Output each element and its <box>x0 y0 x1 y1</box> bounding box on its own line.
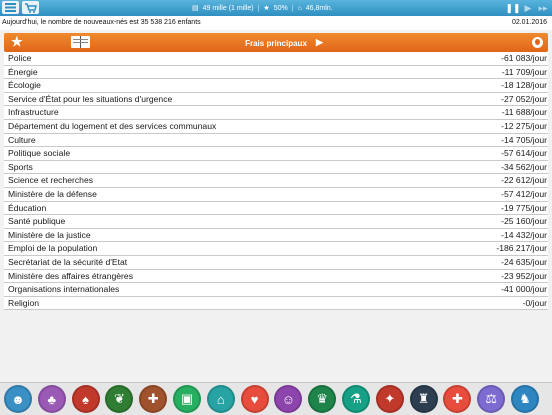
expense-row[interactable]: Département du logement et des services … <box>4 119 548 134</box>
expense-row[interactable]: Énergie -11 709/jour <box>4 65 548 80</box>
theater-icon[interactable]: ♣ <box>37 385 66 413</box>
expense-name: Politique sociale <box>8 148 71 159</box>
expense-name: Département du logement et des services … <box>8 120 217 131</box>
expense-name: Service d'État pour les situations d'urg… <box>8 93 173 104</box>
divider: | <box>291 4 294 12</box>
social-policy-icon[interactable]: ☺ <box>274 385 303 413</box>
expense-name: Ministère des affaires étrangères <box>8 270 133 281</box>
expense-name: Infrastructure <box>8 107 59 118</box>
expense-value: -11 688/jour <box>501 107 547 118</box>
expense-row[interactable]: Infrastructure -11 688/jour <box>4 106 548 120</box>
expense-value: -24 635/jour <box>501 256 547 267</box>
news-message: Aujourd'hui, le nombre de nouveaux-nés e… <box>2 19 201 26</box>
expense-row[interactable]: Santé publique -25 160/jour <box>4 215 548 229</box>
expense-name: Sports <box>8 161 33 172</box>
expense-name: Ministère de la défense <box>8 188 97 199</box>
expense-row[interactable]: Organisations internationales -41 000/jou… <box>4 283 548 297</box>
expense-row[interactable]: Écologie -18 128/jour <box>4 79 548 93</box>
expense-name: Emploi de la population <box>8 243 98 254</box>
expense-row[interactable]: Ministère des affaires étrangères -23 952… <box>4 269 548 284</box>
fast-forward-icon[interactable]: ▸▸ <box>537 0 549 16</box>
panel-title: Frais principaux <box>245 39 307 48</box>
expense-value: -18 128/jour <box>501 80 547 91</box>
culture-icon[interactable]: ♥ <box>240 385 269 413</box>
expense-value: -57 614/jour <box>501 148 547 159</box>
expense-row[interactable]: Police -61 083/jour <box>4 52 548 66</box>
ecology-leaf-icon[interactable]: ❦ <box>105 385 134 413</box>
top-status-bar: ▤ 49 mille (1 mille) | ★ 50% | ⌂ 46,8mln… <box>0 0 552 16</box>
expense-name: Énergie <box>8 66 38 77</box>
population-stat: 49 mille (1 mille) <box>202 4 254 12</box>
expense-name: Culture <box>8 134 36 145</box>
housing-icon[interactable]: ⌂ <box>206 385 235 413</box>
expense-name: Religion <box>8 297 40 308</box>
expense-row[interactable]: Culture -14 705/jour <box>4 133 548 148</box>
rating-stat: 50% <box>273 4 288 12</box>
expense-row[interactable]: Secrétariat de la sécurité d'Etat -24 635… <box>4 255 548 270</box>
education-graduate-icon[interactable]: ♜ <box>409 385 438 413</box>
expense-value: -22 612/jour <box>501 175 547 186</box>
fire-hydrant-icon[interactable]: ♠ <box>71 385 100 413</box>
expense-row[interactable]: Religion -0/jour <box>4 296 548 311</box>
expense-name: Écologie <box>8 80 41 91</box>
expense-name: Organisations internationales <box>8 284 120 295</box>
expense-name: Ministère de la justice <box>8 229 91 240</box>
population-icon: ▤ <box>192 5 199 12</box>
play-icon[interactable]: ▶ <box>522 0 534 16</box>
expense-value: -0/jour <box>522 297 547 308</box>
expense-row[interactable]: Emploi de la population -186 217/jour <box>4 242 548 256</box>
justice-gavel-icon[interactable]: ⚖ <box>477 385 506 413</box>
expense-value: -186 217/jour <box>496 243 547 254</box>
expense-value: -12 275/jour <box>501 120 547 131</box>
cart-icon[interactable] <box>22 1 39 14</box>
security-agents-icon[interactable]: ☻ <box>4 385 32 413</box>
expense-name: Éducation <box>8 202 47 213</box>
game-date: 02.01.2016 <box>511 19 547 26</box>
expense-value: -11 709/jour <box>501 66 547 77</box>
expense-row[interactable]: Science et recherches -22 612/jour <box>4 174 548 188</box>
expense-value: -61 083/jour <box>501 53 547 63</box>
expense-row[interactable]: Éducation -19 775/jour <box>4 201 548 216</box>
emergency-icon[interactable]: ✚ <box>139 385 168 413</box>
expense-name: Secrétariat de la sécurité d'Etat <box>8 256 128 267</box>
expense-value: -57 412/jour <box>501 188 547 199</box>
expense-row[interactable]: Ministère de la justice -14 432/jour <box>4 228 548 243</box>
expense-value: -19 775/jour <box>501 202 547 213</box>
health-icon[interactable]: ✚ <box>443 385 472 413</box>
expense-name: Police <box>8 53 32 63</box>
pause-icon[interactable]: ❚❚ <box>505 0 520 16</box>
expense-value: -23 952/jour <box>501 270 547 281</box>
expense-value: -27 052/jour <box>501 93 547 104</box>
rating-icon: ★ <box>263 5 270 12</box>
budget-icon: ⌂ <box>297 4 302 12</box>
stats-group: ▤ 49 mille (1 mille) | ★ 50% | ⌂ 46,8mln… <box>192 0 333 16</box>
expense-value: -34 562/jour <box>501 161 547 172</box>
expense-value: -14 432/jour <box>501 229 547 240</box>
news-ticker: Aujourd'hui, le nombre de nouveaux-nés e… <box>0 16 552 30</box>
panel-header: ★ Frais principaux ▶ <box>4 33 548 52</box>
sports-trophy-icon[interactable]: ♛ <box>308 385 337 413</box>
expense-name: Science et recherches <box>8 175 94 186</box>
science-flask-icon[interactable]: ⚗ <box>342 385 370 413</box>
next-arrow-icon[interactable]: ▶ <box>316 37 323 48</box>
expense-value: -25 160/jour <box>501 216 547 227</box>
expense-name: Santé publique <box>8 216 66 227</box>
divider: | <box>257 4 260 12</box>
employment-worker-icon[interactable]: ♞ <box>511 385 539 413</box>
bottom-ministry-bar: ☻ ♣ ♠ ❦ ✚ ▣ ⌂ ♥ ☺ ♛ ⚗ ✦ ♜ ✚ ⚖ ♞ <box>0 382 552 415</box>
globe-icon[interactable] <box>532 37 543 48</box>
expense-row[interactable]: Service d'État pour les situations d'urg… <box>4 92 548 107</box>
expenses-table: Police -61 083/jour Énergie -11 709/jour Éco… <box>4 52 548 311</box>
expense-value: -41 000/jour <box>501 284 547 295</box>
menu-icon[interactable] <box>2 1 19 14</box>
expense-row[interactable]: Sports -34 562/jour <box>4 160 548 175</box>
defense-tank-icon[interactable]: ✦ <box>375 385 404 413</box>
expense-value: -14 705/jour <box>501 134 547 145</box>
expense-row[interactable]: Politique sociale -57 614/jour <box>4 147 548 161</box>
budget-stat: 46,8mln. <box>305 4 333 12</box>
infrastructure-icon[interactable]: ▣ <box>173 385 201 413</box>
expense-row[interactable]: Ministère de la défense -57 412/jour <box>4 187 548 202</box>
